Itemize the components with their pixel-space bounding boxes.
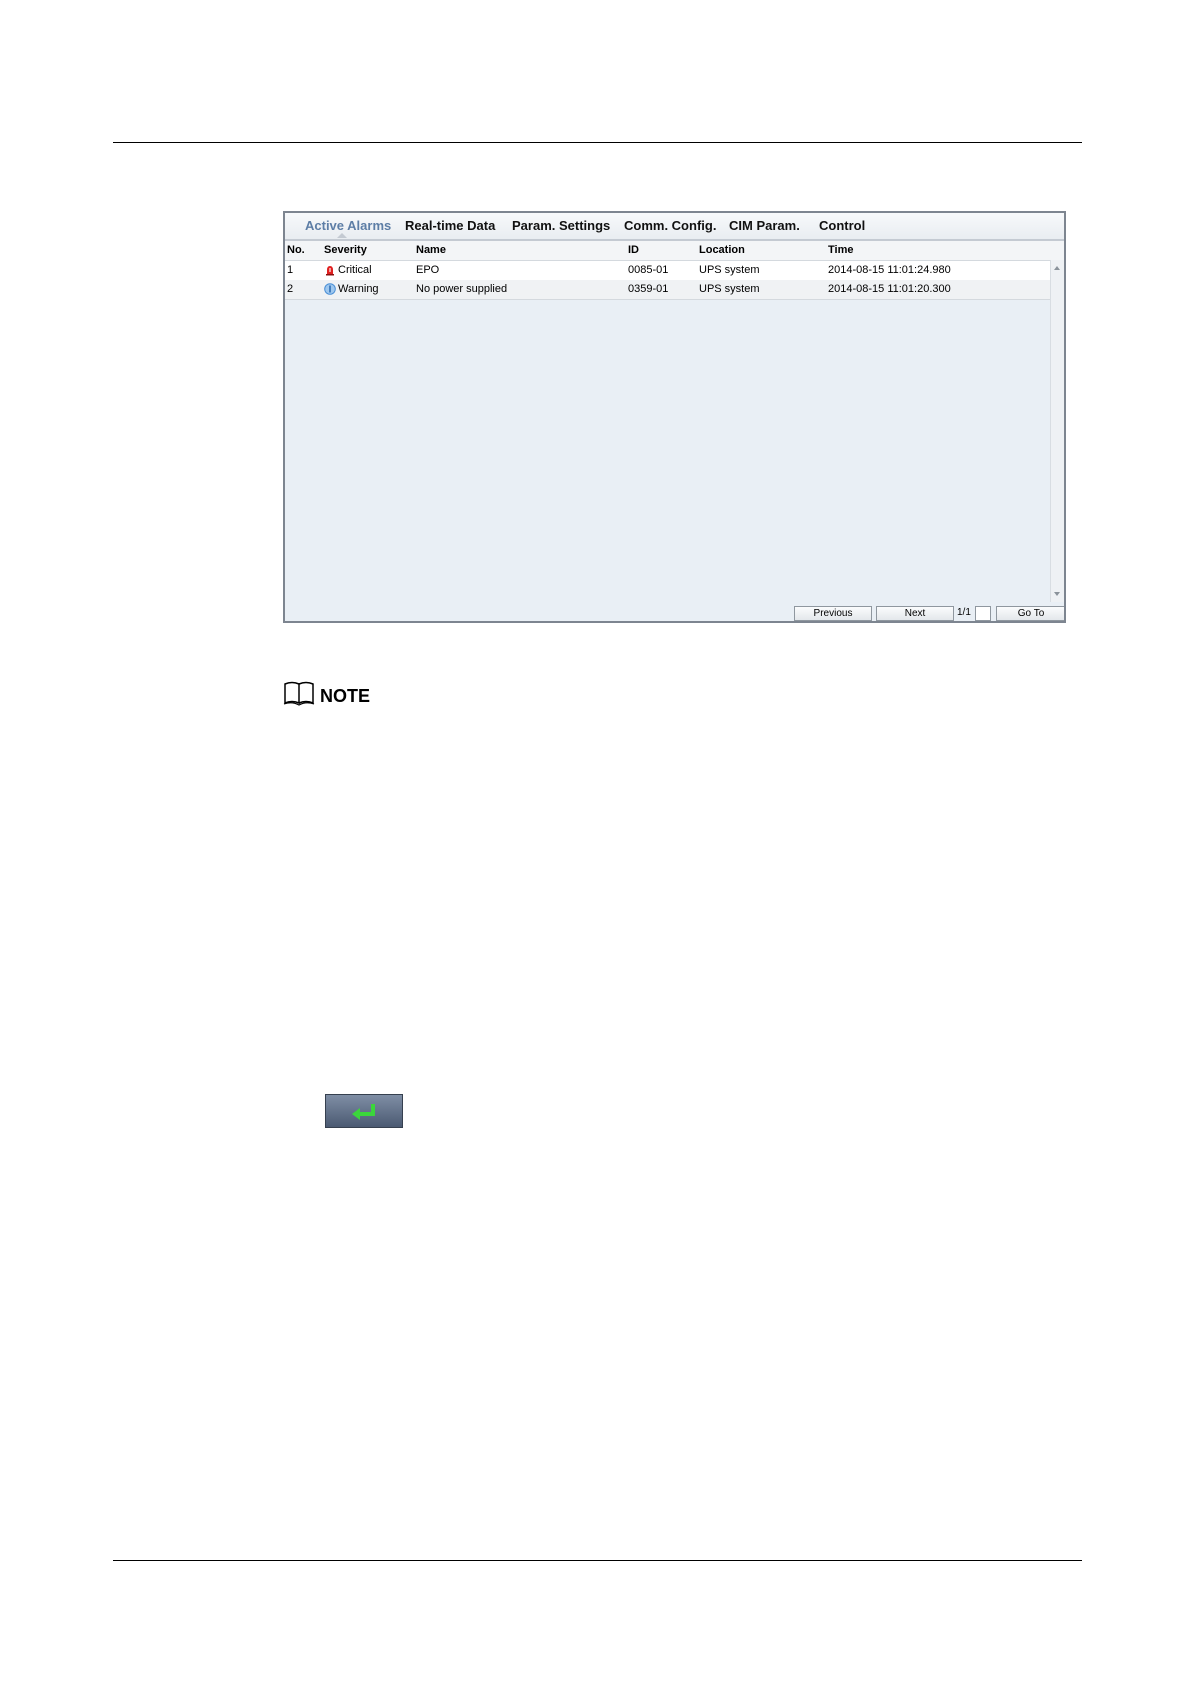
red-alarm-icon xyxy=(326,266,334,276)
enter-arrow-icon xyxy=(352,1104,375,1120)
book-icon xyxy=(283,681,315,706)
cell-location: UPS system xyxy=(699,264,760,276)
column-header-time[interactable]: Time xyxy=(828,244,853,256)
alarm-panel: Active Alarms Real-time Data Param. Sett… xyxy=(283,211,1066,623)
goto-page-input[interactable] xyxy=(975,606,991,621)
cell-id: 0359-01 xyxy=(628,283,669,295)
header-rule xyxy=(113,142,1082,143)
table-row[interactable]: 2 Warning No power supplied 0359-01 UPS … xyxy=(285,280,1050,300)
cell-time: 2014-08-15 11:01:20.300 xyxy=(828,283,951,295)
go-to-button[interactable]: Go To xyxy=(996,606,1064,621)
cell-severity: Warning xyxy=(338,283,379,295)
column-header-id[interactable]: ID xyxy=(628,244,639,256)
note-heading: NOTE xyxy=(320,686,371,706)
tab-comm-config[interactable]: Comm. Config. xyxy=(624,218,716,233)
next-button[interactable]: Next xyxy=(876,606,954,621)
column-header-location[interactable]: Location xyxy=(699,244,745,256)
cell-name: No power supplied xyxy=(416,283,508,295)
cell-location: UPS system xyxy=(699,283,760,295)
blue-info-icon xyxy=(324,283,336,295)
scroll-up-arrow-icon[interactable] xyxy=(1054,266,1060,270)
tab-param-settings[interactable]: Param. Settings xyxy=(512,218,610,233)
table-header: No. Severity Name ID Location Time xyxy=(285,241,1064,261)
tab-active-alarms[interactable]: Active Alarms xyxy=(305,218,391,233)
column-header-severity[interactable]: Severity xyxy=(324,244,367,256)
page-indicator: 1/1 xyxy=(957,607,971,618)
cell-severity: Critical xyxy=(338,264,372,276)
cell-name: EPO xyxy=(416,264,440,276)
scroll-down-arrow-icon[interactable] xyxy=(1054,592,1060,596)
tab-bar: Active Alarms Real-time Data Param. Sett… xyxy=(285,213,1064,241)
table-row[interactable]: 1 Critical EPO 0085-01 UPS system 2014-0… xyxy=(285,261,1050,280)
tab-cim-param[interactable]: CIM Param. xyxy=(729,218,800,233)
tab-control[interactable]: Control xyxy=(819,218,865,233)
cell-no: 1 xyxy=(287,264,294,276)
previous-button[interactable]: Previous xyxy=(794,606,872,621)
active-tab-indicator xyxy=(337,233,347,238)
cell-time: 2014-08-15 11:01:24.980 xyxy=(828,264,951,276)
footer-rule xyxy=(113,1560,1082,1561)
column-header-name[interactable]: Name xyxy=(416,244,446,256)
cell-id: 0085-01 xyxy=(628,264,669,276)
enter-button[interactable] xyxy=(325,1094,403,1128)
vertical-scrollbar[interactable] xyxy=(1050,260,1064,602)
cell-no: 2 xyxy=(287,283,294,295)
tab-real-time-data[interactable]: Real-time Data xyxy=(405,218,495,233)
column-header-no[interactable]: No. xyxy=(287,244,305,256)
